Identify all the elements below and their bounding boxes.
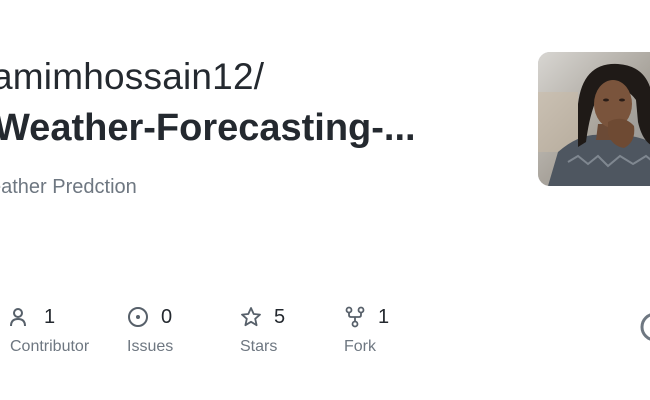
repo-owner[interactable]: amimhossain12/ [0, 56, 264, 98]
fork-label: Fork [344, 338, 376, 355]
owner-avatar[interactable] [538, 52, 650, 186]
stat-forks[interactable]: 1 Fork [344, 304, 389, 356]
repo-name[interactable]: Weather-Forecasting-... [0, 107, 416, 150]
issue-icon [127, 306, 149, 328]
issue-label: Issues [127, 338, 174, 355]
repo-social-card: amimhossain12/ Weather-Forecasting-... e… [0, 0, 650, 400]
issue-count: 0 [161, 305, 173, 328]
contributor-label: Contributor [10, 338, 90, 355]
contributor-icon [10, 306, 32, 328]
stat-contributors[interactable]: 1 Contributor [10, 304, 89, 356]
fork-count: 1 [378, 305, 390, 328]
star-icon [240, 306, 262, 328]
fork-icon [344, 306, 366, 328]
repo-description: eather Predction [0, 176, 137, 198]
avatar-photo [538, 52, 650, 186]
github-mark-icon[interactable] [640, 312, 650, 342]
stat-stars[interactable]: 5 Stars [240, 304, 285, 356]
star-count: 5 [274, 305, 286, 328]
contributor-count: 1 [44, 305, 56, 328]
star-label: Stars [240, 338, 278, 355]
stat-issues[interactable]: 0 Issues [127, 304, 173, 356]
